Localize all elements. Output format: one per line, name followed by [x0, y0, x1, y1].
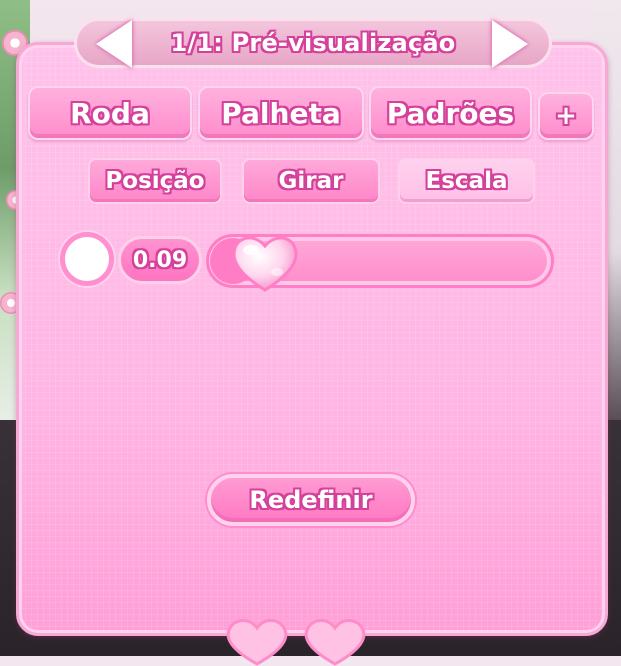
heart-slider-knob-icon[interactable] — [229, 230, 301, 294]
tab-roda[interactable]: Roda — [28, 86, 192, 140]
subtab-label: Posição — [105, 168, 205, 194]
tab-label: Palheta — [221, 96, 341, 130]
tab-label: Roda — [70, 96, 150, 130]
tab-posicao[interactable]: Posição — [88, 158, 222, 204]
heart-decoration-icon — [226, 619, 288, 666]
preview-title-bar: 1/1: Pré-visualização — [74, 18, 552, 68]
tab-label: Padrões — [386, 96, 515, 130]
tab-padroes[interactable]: Padrões — [369, 86, 532, 140]
tab-girar[interactable]: Girar — [242, 158, 380, 204]
plus-icon: + — [555, 101, 577, 131]
add-tab-button[interactable]: + — [538, 92, 594, 140]
tab-escala[interactable]: Escala — [398, 158, 535, 204]
previous-arrow-icon[interactable] — [96, 20, 132, 68]
tab-palheta[interactable]: Palheta — [198, 86, 364, 140]
subtab-label: Escala — [425, 168, 508, 194]
color-indicator-dot — [60, 232, 114, 286]
heart-decoration-icon — [304, 619, 366, 666]
scale-value-label: 0.09 — [132, 247, 188, 273]
subtab-label: Girar — [278, 168, 344, 194]
next-arrow-icon[interactable] — [492, 20, 528, 68]
scale-value-display: 0.09 — [118, 236, 202, 284]
reset-button-label: Redefinir — [249, 486, 373, 514]
page-title: 1/1: Pré-visualização — [170, 29, 456, 57]
reset-button[interactable]: Redefinir — [207, 474, 415, 526]
